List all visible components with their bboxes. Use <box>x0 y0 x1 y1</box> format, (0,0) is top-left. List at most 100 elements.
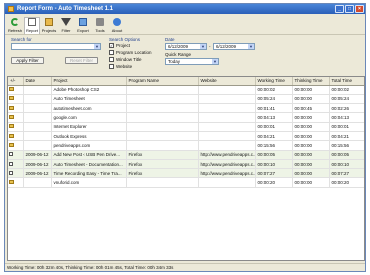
column-header-total-time[interactable]: Total Time <box>329 77 364 86</box>
projects-button[interactable]: Projects <box>41 18 57 34</box>
column-header-thinking-time[interactable]: Thinking Time <box>292 77 330 86</box>
cell-total: 00:00:10 <box>329 159 364 170</box>
row-icon-cell[interactable] <box>8 150 24 160</box>
row-icon-cell[interactable] <box>8 131 24 142</box>
about-label: About <box>111 28 123 33</box>
row-icon-cell[interactable] <box>8 122 24 133</box>
column-header-expand[interactable]: +/- <box>8 77 24 86</box>
project-row[interactable]: Adobe Photoshop CS2 00:00:02 00:00:00 00:00… <box>8 85 364 95</box>
project-row[interactable]: pendriveapps.com 00:15:56 00:00:00 00:15:56 <box>8 140 364 151</box>
checkbox-icon[interactable] <box>109 57 114 62</box>
checkbox-icon[interactable] <box>9 161 13 166</box>
cell-working: 00:15:56 <box>255 140 293 151</box>
row-icon-cell[interactable] <box>8 140 24 151</box>
title-bar[interactable]: Report Form - Auto Timesheet 1.1 _ □ × <box>5 4 365 14</box>
chevron-down-icon[interactable]: ▼ <box>200 44 206 49</box>
row-icon-cell[interactable] <box>8 94 24 105</box>
folder-icon <box>9 115 14 120</box>
folder-icon <box>9 96 14 101</box>
cell-project: Auto Timesheet <box>51 94 127 105</box>
tools-label: Tools <box>95 28 105 33</box>
maximize-button[interactable]: □ <box>345 5 354 13</box>
option-program-location[interactable]: Program Location <box>109 50 152 55</box>
column-header-working-time[interactable]: Working Time <box>255 77 293 86</box>
date-from-picker[interactable]: 6/12/2009 ▼ <box>165 43 207 50</box>
record-row[interactable]: 2009-06-12 Time Recording Easy - Time Tra… <box>8 168 364 179</box>
project-row[interactable]: Outlook Express 00:04:21 00:00:00 00:04:21 <box>8 131 364 142</box>
cell-program <box>126 131 199 142</box>
chevron-down-icon[interactable]: ▼ <box>94 44 100 49</box>
cell-thinking: 00:00:00 <box>292 140 330 151</box>
project-row[interactable]: google.com 00:04:13 00:00:00 00:04:13 <box>8 112 364 123</box>
cell-program: Firefox <box>126 159 199 170</box>
cell-date <box>23 131 52 142</box>
refresh-icon <box>11 18 19 26</box>
cell-total: 00:04:13 <box>329 112 364 123</box>
cell-total: 00:00:02 <box>329 85 364 95</box>
folder-icon <box>9 87 14 92</box>
row-icon-cell[interactable] <box>8 159 24 170</box>
cell-thinking: 00:00:45 <box>292 103 330 114</box>
window-title: Report Form - Auto Timesheet 1.1 <box>17 6 114 12</box>
apply-filter-button[interactable]: Apply Filter <box>11 57 44 64</box>
project-row[interactable]: vnuforid.com 00:00:20 00:00:00 00:00:20 <box>8 177 364 188</box>
checkbox-icon[interactable] <box>109 64 114 69</box>
minimize-button[interactable]: _ <box>335 5 344 13</box>
report-grid[interactable]: +/- Date Project Program Name Website Wo… <box>7 76 365 261</box>
tools-button[interactable]: Tools <box>92 18 108 34</box>
cell-project: Time Recording Easy - Time Tra... <box>51 168 127 179</box>
cell-total: 00:07:27 <box>329 168 364 179</box>
cell-date: 2009-06-12 <box>23 150 52 160</box>
option-window-title[interactable]: Window Title <box>109 57 142 62</box>
report-icon <box>28 18 36 26</box>
cell-project: Adobe Photoshop CS2 <box>51 85 127 95</box>
cell-date <box>23 122 52 133</box>
chevron-down-icon[interactable]: ▼ <box>212 59 218 64</box>
close-button[interactable]: × <box>355 5 364 13</box>
cell-working: 00:01:41 <box>255 103 293 114</box>
report-form-window: Report Form - Auto Timesheet 1.1 _ □ × R… <box>4 3 366 272</box>
column-header-program[interactable]: Program Name <box>126 77 199 86</box>
quick-range-select[interactable]: Today ▼ <box>165 58 219 65</box>
column-header-website[interactable]: Website <box>198 77 256 86</box>
chevron-down-icon[interactable]: ▼ <box>248 44 254 49</box>
cell-thinking: 00:00:00 <box>292 85 330 95</box>
checkbox-icon[interactable] <box>9 170 13 175</box>
folder-icon <box>9 142 14 147</box>
cell-program <box>126 85 199 95</box>
row-icon-cell[interactable] <box>8 103 24 114</box>
quick-range-label: Quick Range <box>165 52 192 57</box>
project-row[interactable]: Auto Timesheet 00:05:24 00:00:00 00:05:24 <box>8 94 364 105</box>
record-row[interactable]: 2009-06-12 Add New Post ‹ USB Pen Drive..… <box>8 150 364 160</box>
search-input[interactable]: ▼ <box>11 43 101 50</box>
reset-filter-button[interactable]: Reset Filter <box>65 57 98 64</box>
export-button[interactable]: Export <box>75 18 91 34</box>
project-row[interactable]: autotimesheet.com 00:01:41 00:00:45 00:02:2… <box>8 103 364 114</box>
option-website[interactable]: Website <box>109 64 132 69</box>
row-icon-cell[interactable] <box>8 85 24 95</box>
column-header-project[interactable]: Project <box>51 77 127 86</box>
about-button[interactable]: About <box>109 18 125 34</box>
column-header-date[interactable]: Date <box>23 77 52 86</box>
row-icon-cell[interactable] <box>8 177 24 188</box>
checkbox-checked-icon[interactable]: ✓ <box>109 43 114 48</box>
record-row[interactable]: 2009-06-12 Auto Timesheet - Documentation… <box>8 159 364 170</box>
cell-working: 00:04:13 <box>255 112 293 123</box>
checkbox-icon[interactable] <box>109 50 114 55</box>
folder-icon <box>9 124 14 129</box>
cell-website <box>198 103 256 114</box>
cell-total: 00:15:56 <box>329 140 364 151</box>
filter-button[interactable]: Filter <box>58 18 74 34</box>
option-project[interactable]: ✓ Project <box>109 43 130 48</box>
refresh-button[interactable]: Refresh <box>7 18 23 34</box>
row-icon-cell[interactable] <box>8 168 24 179</box>
row-icon-cell[interactable] <box>8 112 24 123</box>
checkbox-icon[interactable] <box>9 152 13 157</box>
app-icon <box>8 6 14 12</box>
cell-project: Internet Explorer <box>51 122 127 133</box>
cell-thinking: 00:00:00 <box>292 94 330 105</box>
date-to-picker[interactable]: 6/12/2009 ▼ <box>213 43 255 50</box>
report-button[interactable]: Report <box>24 17 40 34</box>
cell-thinking: 00:00:00 <box>292 131 330 142</box>
project-row[interactable]: Internet Explorer 00:00:01 00:00:00 00:00:0… <box>8 122 364 133</box>
